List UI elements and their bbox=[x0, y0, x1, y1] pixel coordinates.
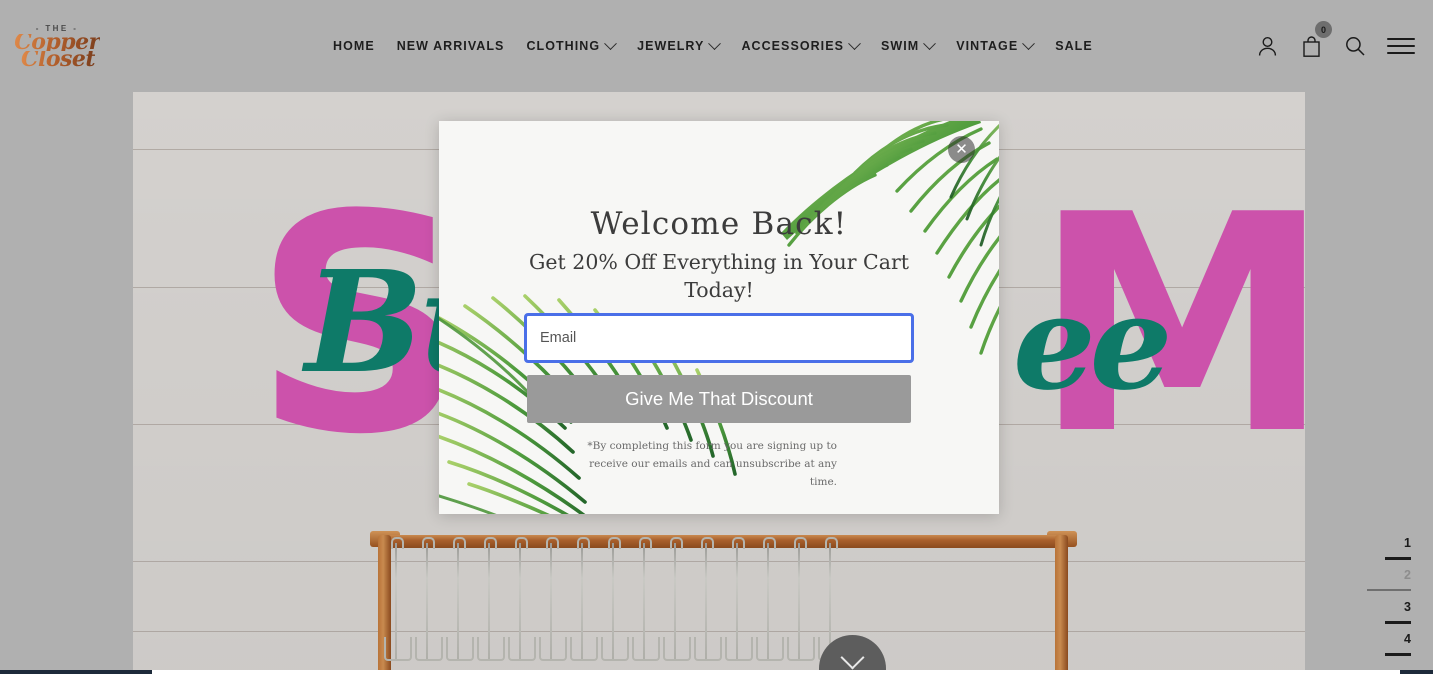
header-icon-group: 0 bbox=[1255, 0, 1415, 92]
slide-number: 4 bbox=[1404, 632, 1411, 646]
nav-label: SWIM bbox=[880, 39, 920, 53]
submit-discount-button[interactable]: Give Me That Discount bbox=[527, 375, 911, 423]
browser-bottom-panel bbox=[152, 670, 1400, 674]
nav-item-vintage[interactable]: VINTAGE bbox=[956, 36, 1036, 53]
slide-number: 3 bbox=[1404, 600, 1411, 614]
nav-label: JEWELRY bbox=[637, 39, 705, 53]
chevron-down-icon bbox=[1022, 36, 1036, 50]
clothing-hanger bbox=[415, 537, 443, 661]
slide-indicator-4[interactable]: 4 bbox=[1347, 630, 1411, 662]
nav-label: VINTAGE bbox=[956, 39, 1019, 53]
slide-underline bbox=[1385, 557, 1411, 560]
hamburger-bar bbox=[1387, 52, 1415, 54]
slide-underline bbox=[1385, 621, 1411, 624]
clothing-hangers bbox=[384, 537, 865, 668]
site-header: - THE - Copper Closet HOME NEW ARRIVALS … bbox=[0, 0, 1433, 92]
nav-item-new-arrivals[interactable]: NEW ARRIVALS bbox=[397, 39, 505, 53]
hamburger-bar bbox=[1387, 45, 1415, 47]
modal-title: Welcome Back! bbox=[590, 206, 848, 242]
newsletter-signup-modal: ✕ Welcome Back! Get 20% Off Everything i… bbox=[439, 121, 999, 514]
main-navigation: HOME NEW ARRIVALS CLOTHING JEWELRY ACCES… bbox=[333, 0, 1093, 92]
slide-indicator-1[interactable]: 1 bbox=[1347, 534, 1411, 566]
clothing-hanger bbox=[384, 537, 412, 661]
clothing-hanger bbox=[725, 537, 753, 661]
modal-content: Welcome Back! Get 20% Off Everything in … bbox=[439, 121, 999, 491]
nav-item-home[interactable]: HOME bbox=[333, 39, 375, 53]
clothing-hanger bbox=[787, 537, 815, 661]
logo-closet-text: Closet bbox=[20, 46, 96, 72]
clothing-hanger bbox=[539, 537, 567, 661]
account-icon[interactable] bbox=[1255, 33, 1279, 59]
clothing-hanger bbox=[756, 537, 784, 661]
clothing-rack-leg bbox=[1055, 535, 1068, 670]
slide-underline bbox=[1367, 589, 1411, 591]
nav-item-swim[interactable]: SWIM bbox=[880, 36, 937, 53]
clothing-hanger bbox=[663, 537, 691, 661]
chevron-down-icon bbox=[923, 36, 937, 50]
nav-item-clothing[interactable]: CLOTHING bbox=[526, 36, 617, 53]
slide-number: 2 bbox=[1404, 568, 1411, 582]
hamburger-menu-icon[interactable] bbox=[1387, 38, 1415, 54]
modal-subtitle: Get 20% Off Everything in Your Cart Toda… bbox=[529, 250, 909, 302]
clothing-hanger bbox=[601, 537, 629, 661]
chevron-down-icon bbox=[604, 36, 617, 50]
clothing-hanger bbox=[446, 537, 474, 661]
nav-item-accessories[interactable]: ACCESSORIES bbox=[741, 36, 861, 53]
chevron-down-icon bbox=[848, 36, 861, 50]
close-glyph: ✕ bbox=[955, 140, 968, 158]
search-icon[interactable] bbox=[1343, 33, 1367, 59]
nav-item-jewelry[interactable]: JEWELRY bbox=[637, 36, 722, 53]
nav-label: NEW ARRIVALS bbox=[396, 39, 505, 53]
cart-count-badge: 0 bbox=[1315, 21, 1332, 38]
slide-number: 1 bbox=[1404, 536, 1411, 550]
clothing-hanger bbox=[477, 537, 505, 661]
modal-fineprint: *By completing this form you are signing… bbox=[587, 440, 837, 488]
nav-label: SALE bbox=[1055, 39, 1093, 53]
chevron-down-icon bbox=[840, 645, 865, 670]
hamburger-bar bbox=[1387, 38, 1415, 40]
nav-item-sale[interactable]: SALE bbox=[1055, 39, 1093, 53]
carousel-slide-indicators: 1 2 3 4 bbox=[1347, 534, 1411, 662]
email-input[interactable] bbox=[524, 313, 914, 363]
slide-indicator-3[interactable]: 3 bbox=[1347, 598, 1411, 630]
clothing-hanger bbox=[508, 537, 536, 661]
site-logo[interactable]: - THE - Copper Closet bbox=[14, 14, 100, 78]
nav-label: CLOTHING bbox=[526, 39, 601, 53]
nav-label: HOME bbox=[333, 39, 375, 53]
clothing-hanger bbox=[570, 537, 598, 661]
clothing-hanger bbox=[694, 537, 722, 661]
clothing-hanger bbox=[632, 537, 660, 661]
chevron-down-icon bbox=[708, 36, 722, 50]
slide-indicator-2[interactable]: 2 bbox=[1347, 566, 1411, 598]
shopping-bag-icon[interactable]: 0 bbox=[1299, 21, 1332, 59]
nav-label: ACCESSORIES bbox=[741, 39, 844, 53]
hero-script-text-right: ee bbox=[1013, 266, 1172, 419]
slide-underline bbox=[1385, 653, 1411, 656]
close-icon[interactable]: ✕ bbox=[948, 136, 975, 163]
